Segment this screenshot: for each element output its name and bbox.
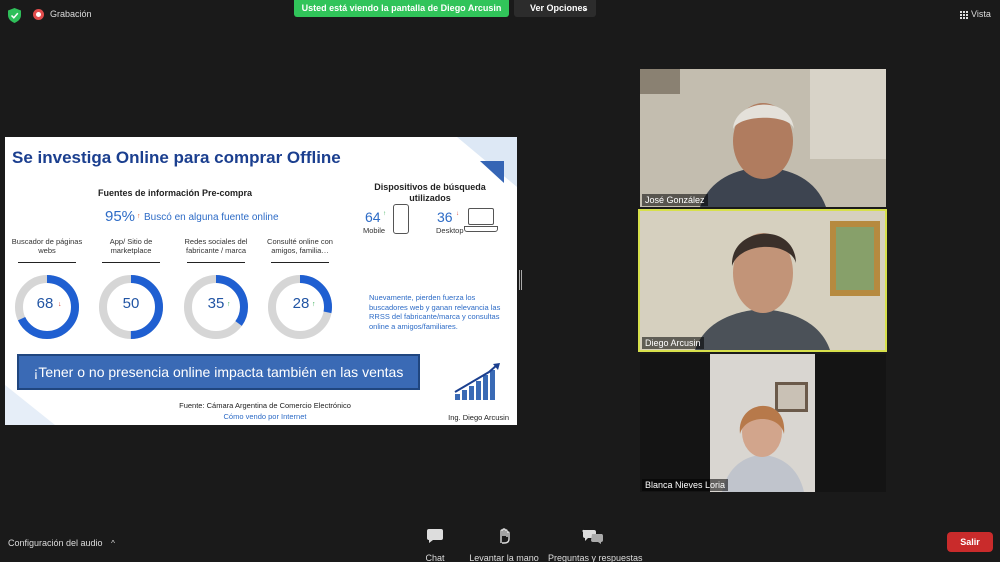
raise-hand-label: Levantar la mano [469,553,539,562]
chat-label: Chat [425,553,445,562]
source-caption: Fuente: Cámara Argentina de Comercio Ele… [179,401,351,410]
view-options-label: Ver Opciones [530,3,588,13]
flag-icon [480,161,504,183]
qa-button[interactable]: Preguntas y respuestas [548,528,643,562]
participant-video [640,211,885,350]
participant-name: Diego Arcusin [642,337,704,349]
donut-value: 50 [122,295,140,312]
chat-icon [427,529,443,543]
arrow-up-icon: ↑ [227,301,231,308]
qa-icon [582,529,604,544]
shield-icon[interactable] [8,8,21,23]
laptop-icon [468,208,494,225]
audio-settings-button[interactable]: Configuración del audio ^ [8,538,115,548]
arrow-down-icon: ↓ [456,211,459,217]
view-options-button[interactable]: Ver Opciones ⌄ [514,0,596,17]
arrow-up-icon: ↑ [383,211,386,217]
donut-value: 35 [207,295,225,312]
chevron-up-icon: ^ [111,539,115,548]
participant-name: Blanca Nieves Loria [642,479,729,491]
recording-icon [33,9,44,20]
screen-share-banner: Usted está viendo la pantalla de Diego A… [294,0,509,17]
device-value: 64 [365,209,381,225]
devices-title: Dispositivos de búsqueda utilizados [374,182,486,203]
device-label: Desktop [436,226,464,235]
device-label: Mobile [363,226,386,235]
chat-button[interactable]: Chat [421,528,449,562]
divider-line [187,262,245,263]
overall-percent: 95% [105,208,136,225]
divider-line [271,262,329,263]
view-label: Vista [971,9,991,19]
donut-value: 28 [292,295,310,312]
laptop-keyboard-icon [464,226,498,232]
source-label: App/ Sitio de marketplace [109,237,153,255]
author-credit: Ing. Diego Arcusin [448,413,509,422]
device-value: 36 [437,209,453,225]
insight-note: Nuevamente, pierden fuerza los buscadore… [369,293,501,331]
mobile-phone-icon [393,204,409,234]
participant-video-tile[interactable]: José González [640,69,886,207]
source-link: Cómo vendo por Internet [223,412,307,421]
divider-line [18,262,76,263]
raise-hand-button[interactable]: Levantar la mano [468,528,540,562]
shared-screen-slide: Se investiga Online para comprar Offline… [5,137,517,425]
audio-settings-label: Configuración del audio [8,538,103,548]
grid-icon [960,11,968,19]
recording-label: Grabación [50,9,92,19]
qa-label: Preguntas y respuestas [548,553,643,562]
source-label: Redes sociales del fabricante / marca [184,237,248,255]
arrow-up-icon: ↑ [312,301,316,308]
sources-subtitle: Fuentes de información Pre-compra [97,188,253,198]
participant-video [640,69,886,207]
participant-name: José González [642,194,708,206]
divider-line [102,262,160,263]
growth-chart-icon [454,363,500,400]
raise-hand-icon [500,528,510,544]
exit-button[interactable]: Salir [947,532,993,552]
slide-banner: ¡Tener o no presencia online impacta tam… [17,354,420,412]
resize-handle[interactable] [519,270,522,290]
chevron-down-icon: ⌄ [581,4,588,13]
source-label: Buscador de páginas webs [11,237,83,255]
participant-video-tile[interactable]: Blanca Nieves Loria [640,354,886,492]
arrow-up-icon: ↑ [137,213,141,220]
arrow-down-icon: ↓ [58,301,62,308]
participant-video [640,354,886,492]
participant-video-tile-active[interactable]: Diego Arcusin [638,209,887,352]
donut-value: 68 [36,295,54,312]
overall-text: Buscó en alguna fuente online [144,212,279,223]
top-bar: Grabación Usted está viendo la pantalla … [0,0,1000,30]
bottom-toolbar: Configuración del audio ^ Chat Levantar … [0,520,1000,562]
source-label: Consulté online con amigos, familia… [267,237,333,255]
slide-title: Se investiga Online para comprar Offline [12,148,341,167]
